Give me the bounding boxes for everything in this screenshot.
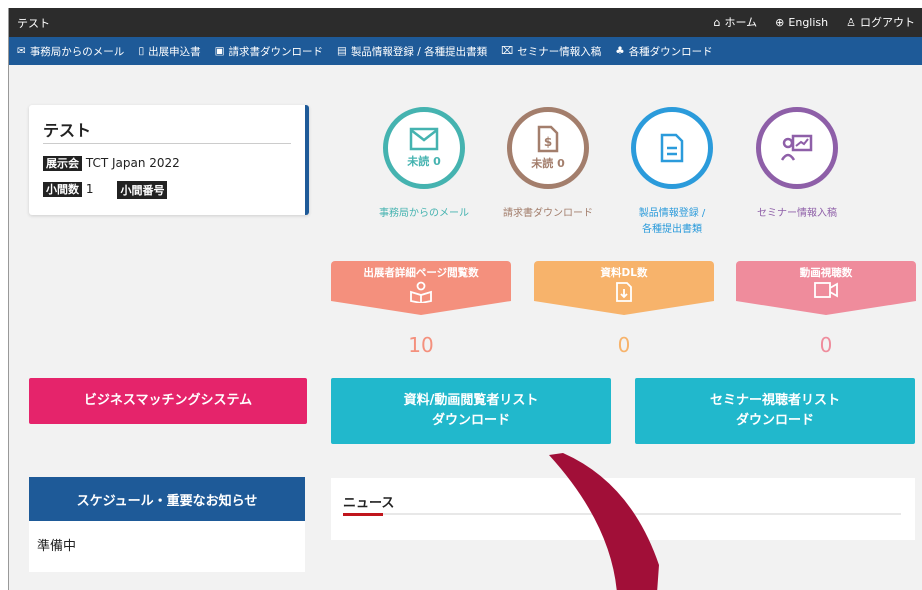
invoice-unread: 未読 0	[531, 157, 565, 170]
document-icon: ▤	[337, 45, 347, 57]
annotation-arrow	[549, 453, 659, 590]
booths-value: 1	[85, 182, 94, 196]
top-bar: テスト ⌂ ホーム ⊕ English ♙ ログアウト	[9, 8, 922, 37]
presentation-icon: ⌧	[501, 45, 514, 57]
app-frame: テスト ⌂ ホーム ⊕ English ♙ ログアウト ✉ 事務局からのメール ▯ 出展申…	[8, 8, 922, 590]
english-link[interactable]: ⊕ English	[775, 14, 828, 30]
main-nav: ✉ 事務局からのメール ▯ 出展申込書 ▣ 請求書ダウンロード ▤ 製品情報登録 / 各…	[9, 37, 922, 65]
envelope-icon	[409, 127, 439, 151]
schedule-panel: スケジュール・重要なお知らせ 準備中	[29, 477, 305, 572]
presentation-icon	[781, 134, 813, 161]
mail-circle-label: 事務局からのメール	[379, 208, 469, 219]
news-accent-underline	[343, 513, 383, 516]
docs-viewer-line2: ダウンロード	[431, 413, 510, 428]
nav-seminar[interactable]: ⌧ セミナー情報入稿	[501, 44, 601, 59]
nav-product-info[interactable]: ▤ 製品情報登録 / 各種提出書類	[337, 44, 487, 59]
user-icon: ♙	[846, 15, 856, 29]
business-matching-button[interactable]: ビジネスマッチングシステム	[29, 378, 307, 424]
seminar-circle-label: セミナー情報入稿	[757, 208, 837, 219]
nav-mail[interactable]: ✉ 事務局からのメール	[17, 44, 124, 59]
envelope-icon: ✉	[17, 45, 26, 57]
stat-video-views-value: 0	[819, 333, 833, 357]
exhibit-tag: 展示会	[43, 156, 82, 171]
docs-viewer-line1: 資料/動画閲覧者リスト	[403, 393, 539, 408]
exhibit-row: 展示会 TCT Japan 2022	[43, 155, 180, 171]
exhibitor-name: テスト	[43, 121, 92, 140]
video-icon	[736, 281, 916, 304]
invoice-icon: $	[537, 125, 559, 153]
invoice-icon: ▣	[214, 45, 225, 57]
exhibit-value: TCT Japan 2022	[85, 156, 180, 170]
news-title: ニュース	[343, 496, 395, 511]
file-icon: ▯	[138, 45, 145, 57]
book-reader-icon	[331, 281, 511, 308]
booth-number-tag: 小間番号	[117, 181, 168, 199]
home-icon: ⌂	[713, 15, 721, 29]
seminar-circle-button[interactable]	[756, 107, 838, 189]
booth-row: 小間数 1 小間番号	[43, 181, 168, 199]
globe-icon: ⊕	[775, 15, 785, 29]
nav-invoice[interactable]: ▣ 請求書ダウンロード	[215, 44, 323, 59]
stat-page-views: 出展者詳細ページ閲覧数 10	[331, 261, 511, 357]
seminar-viewer-line2: ダウンロード	[735, 413, 814, 428]
booths-tag: 小間数	[43, 182, 82, 197]
file-download-icon	[534, 281, 714, 308]
mail-circle-button[interactable]: 未読 0	[383, 107, 465, 189]
sitemap-icon: ♣	[615, 45, 625, 57]
product-info-circle-button[interactable]	[631, 107, 713, 189]
home-link[interactable]: ⌂ ホーム	[714, 14, 758, 30]
nav-downloads[interactable]: ♣ 各種ダウンロード	[615, 44, 712, 59]
stat-downloads-value: 0	[617, 333, 631, 357]
invoice-circle-button[interactable]: $ 未読 0	[507, 107, 589, 189]
product-info-circle-label: 製品情報登録 / 各種提出書類	[638, 208, 706, 235]
docs-viewer-list-download-button[interactable]: 資料/動画閲覧者リスト ダウンロード	[331, 378, 611, 444]
schedule-body: 準備中	[37, 539, 77, 554]
seminar-viewer-list-download-button[interactable]: セミナー視聴者リスト ダウンロード	[635, 378, 915, 444]
seminar-viewer-line1: セミナー視聴者リスト	[709, 393, 840, 408]
site-title: テスト	[17, 17, 50, 30]
nav-application[interactable]: ▯ 出展申込書	[138, 44, 200, 59]
stat-downloads: 資料DL数 0	[534, 261, 714, 357]
schedule-title: スケジュール・重要なお知らせ	[29, 477, 305, 521]
svg-text:$: $	[544, 135, 552, 149]
logout-link[interactable]: ♙ ログアウト	[846, 14, 915, 30]
invoice-circle-label: 請求書ダウンロード	[503, 208, 593, 219]
divider	[43, 143, 291, 144]
stat-video-views: 動画視聴数 0	[736, 261, 916, 357]
document-icon	[660, 133, 684, 163]
top-links: ⌂ ホーム ⊕ English ♙ ログアウト	[714, 14, 915, 30]
stat-page-views-value: 10	[408, 333, 434, 357]
exhibitor-card: テスト 展示会 TCT Japan 2022 小間数 1 小間番号	[29, 105, 309, 215]
mail-unread: 未読 0	[407, 155, 441, 168]
